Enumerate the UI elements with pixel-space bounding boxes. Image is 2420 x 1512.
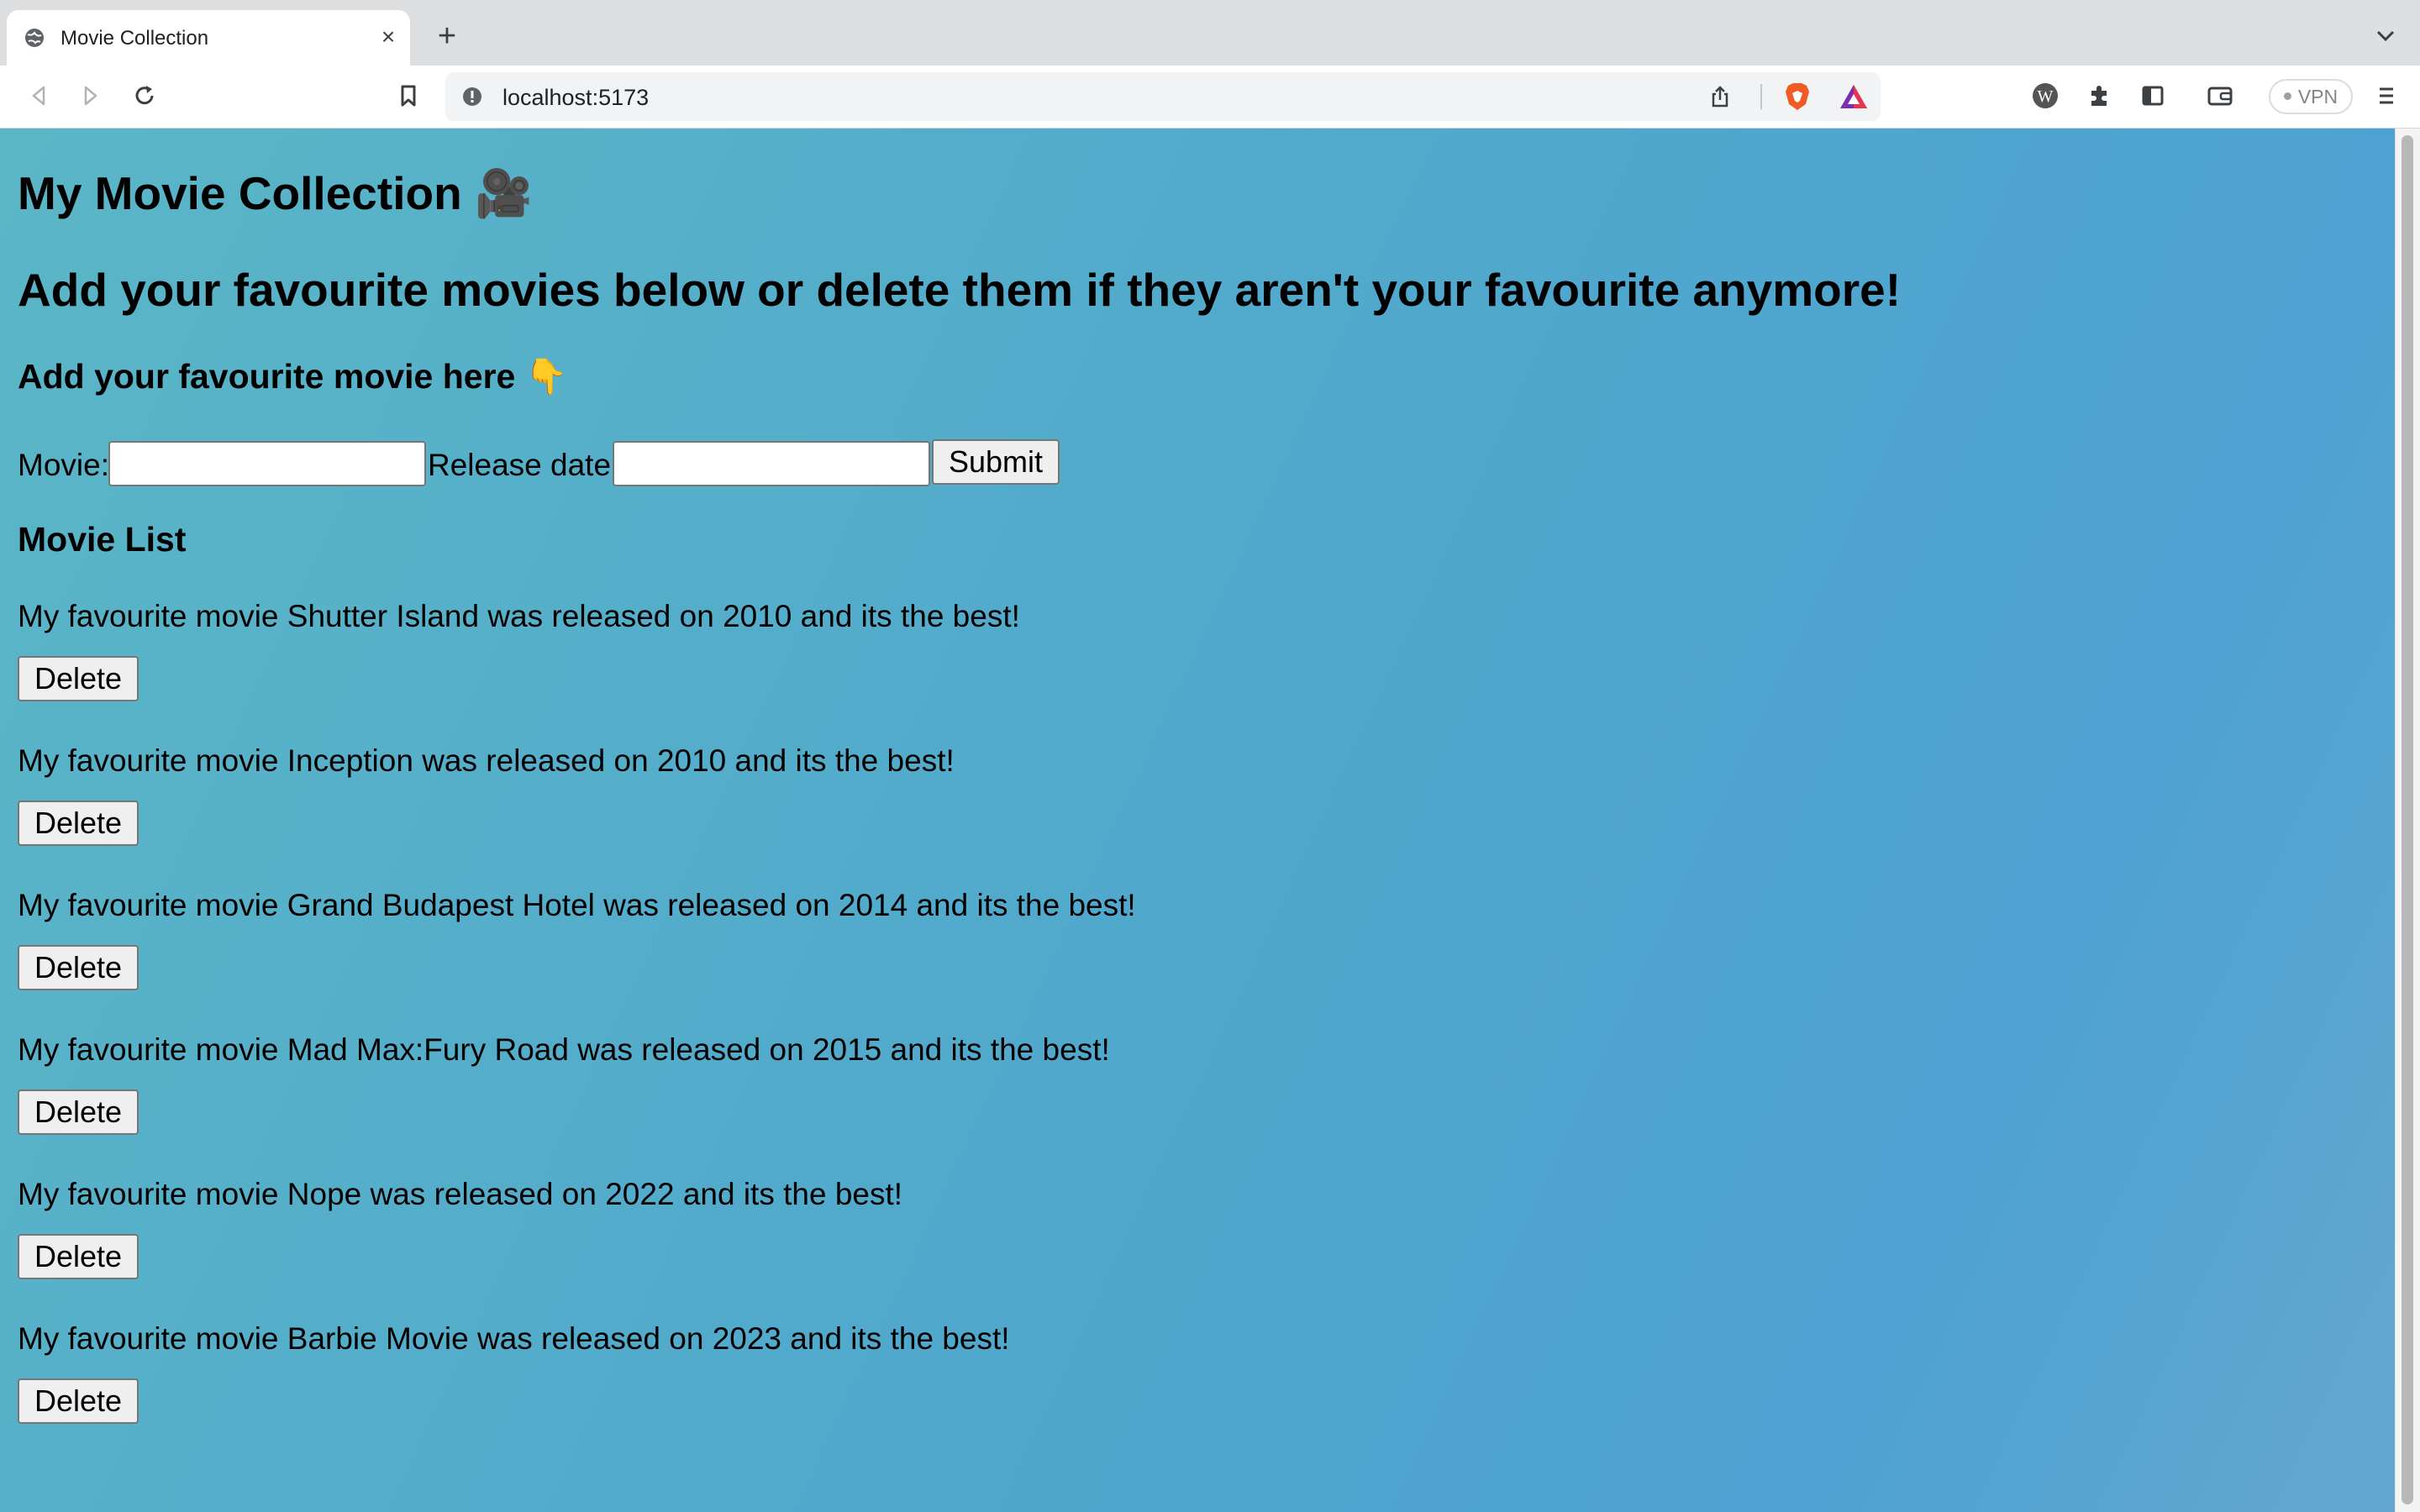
status-dot [2283,92,2291,101]
list-item: My favourite movie Barbie Movie was rele… [18,1321,1698,1456]
list-item: My favourite movie Nope was released on … [18,1177,1698,1311]
globe-icon [25,29,44,47]
new-tab-button[interactable]: + [433,20,461,52]
form-heading: Add your favourite movie here 👇 [18,357,568,396]
brave-shields-icon[interactable] [1781,81,1813,113]
extensions-icon[interactable] [2084,81,2114,111]
movie-sentence: My favourite movie Barbie Movie was rele… [18,1321,1010,1356]
list-item: My favourite movie Mad Max:Fury Road was… [18,1032,1698,1167]
bookmark-icon[interactable] [393,81,424,111]
delete-button[interactable]: Delete [18,1378,139,1424]
page-title: My Movie Collection 🎥 [18,167,533,219]
release-date-input[interactable] [613,441,930,486]
vpn-label: VPN [2297,86,2338,108]
release-date-label: Release date: [428,448,620,482]
submit-button[interactable]: Submit [932,439,1060,485]
list-item: My favourite movie Grand Budapest Hotel … [18,888,1698,1022]
delete-button[interactable]: Delete [18,656,139,701]
forward-icon[interactable] [76,81,106,111]
info-icon[interactable] [462,87,482,107]
divider [1760,84,1762,109]
wallet-icon[interactable] [2205,81,2235,111]
close-icon[interactable]: × [376,25,400,49]
brave-rewards-icon[interactable] [1839,82,1869,111]
movie-input[interactable] [108,441,426,486]
movie-list-heading: Movie List [18,520,187,559]
svg-text:W: W [2038,87,2054,106]
tab-movie-collection[interactable]: Movie Collection × [7,10,410,66]
delete-button[interactable]: Delete [18,1234,139,1279]
movie-sentence: My favourite movie Grand Budapest Hotel … [18,888,1136,922]
page-scrollbar[interactable] [2395,129,2420,1512]
movie-sentence: My favourite movie Inception was release… [18,743,955,778]
list-item: My favourite movie Shutter Island was re… [18,599,1698,733]
back-icon[interactable] [24,81,54,111]
chevron-down-icon[interactable] [2371,25,2400,47]
tab-strip: Movie Collection × + [0,0,2420,66]
list-item: My favourite movie Inception was release… [18,743,1698,878]
scrollbar-thumb[interactable] [2402,135,2413,1504]
url-text: localhost:5173 [502,85,650,110]
address-bar[interactable]: localhost:5173 [445,72,1881,121]
delete-button[interactable]: Delete [18,801,139,846]
movie-label: Movie: [18,448,109,482]
sidebar-icon[interactable] [2138,81,2168,111]
delete-button[interactable]: Delete [18,1089,139,1135]
delete-button[interactable]: Delete [18,945,139,990]
menu-icon[interactable] [2371,81,2402,111]
movie-sentence: My favourite movie Mad Max:Fury Road was… [18,1032,1110,1067]
wordpress-extension-icon[interactable]: W [2030,81,2060,111]
vpn-button[interactable]: VPN [2269,79,2353,114]
movie-sentence: My favourite movie Shutter Island was re… [18,599,1020,633]
page-subtitle: Add your favourite movies below or delet… [18,264,1902,316]
browser-toolbar: localhost:5173 W VPN [0,66,2420,129]
reload-icon[interactable] [129,81,160,111]
page-content: My Movie Collection 🎥 Add your favourite… [0,129,2395,1512]
share-icon[interactable] [1707,84,1733,109]
tab-title: Movie Collection [60,27,209,50]
movie-sentence: My favourite movie Nope was released on … [18,1177,903,1211]
